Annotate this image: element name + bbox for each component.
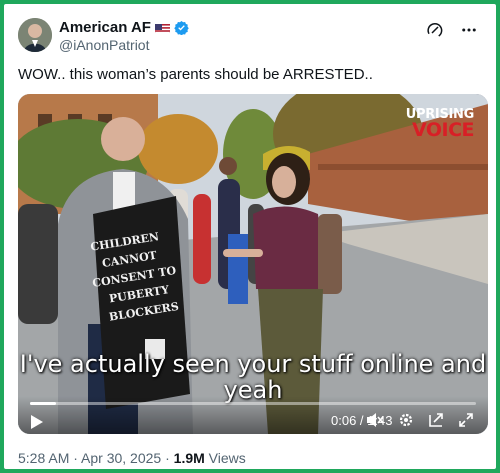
progress-fill bbox=[30, 402, 56, 405]
fullscreen-icon[interactable] bbox=[458, 412, 474, 433]
author-row: American AF bbox=[59, 19, 189, 36]
settings-icon[interactable] bbox=[398, 412, 414, 433]
tweet-actions bbox=[426, 21, 478, 44]
tweet-card: American AF @iAnonPatriot WOW.. this wom bbox=[4, 4, 496, 469]
view-count: 1.9M bbox=[173, 450, 205, 466]
pip-icon[interactable] bbox=[428, 412, 444, 433]
tweet-timestamp[interactable]: 5:28 AM · Apr 30, 2025 · bbox=[18, 450, 174, 466]
volume-muted-icon[interactable] bbox=[366, 412, 384, 433]
avatar[interactable] bbox=[18, 18, 52, 52]
us-flag-icon bbox=[154, 22, 170, 33]
play-icon[interactable] bbox=[30, 414, 44, 434]
verified-badge-icon bbox=[174, 20, 189, 36]
grok-icon[interactable] bbox=[426, 21, 444, 44]
tweet-text: WOW.. this woman’s parents should be ARR… bbox=[18, 66, 373, 83]
author-name[interactable]: American AF bbox=[59, 19, 151, 36]
progress-bar[interactable] bbox=[30, 402, 476, 405]
tweet-meta: 5:28 AM · Apr 30, 2025 · 1.9M Views bbox=[18, 450, 246, 466]
views-label: Views bbox=[208, 450, 246, 466]
video-control-icons bbox=[366, 412, 474, 433]
watermark-logo: UPRISING VOICE bbox=[406, 108, 475, 141]
watermark-bottom: VOICE bbox=[411, 119, 475, 141]
author-handle[interactable]: @iAnonPatriot bbox=[59, 37, 149, 53]
video-controls: 0:06 / 1:43 bbox=[18, 396, 488, 434]
more-icon[interactable] bbox=[460, 21, 478, 44]
video-player[interactable]: CHILDREN CANNOT CONSENT TO PUBERTY BLOCK… bbox=[18, 94, 488, 434]
